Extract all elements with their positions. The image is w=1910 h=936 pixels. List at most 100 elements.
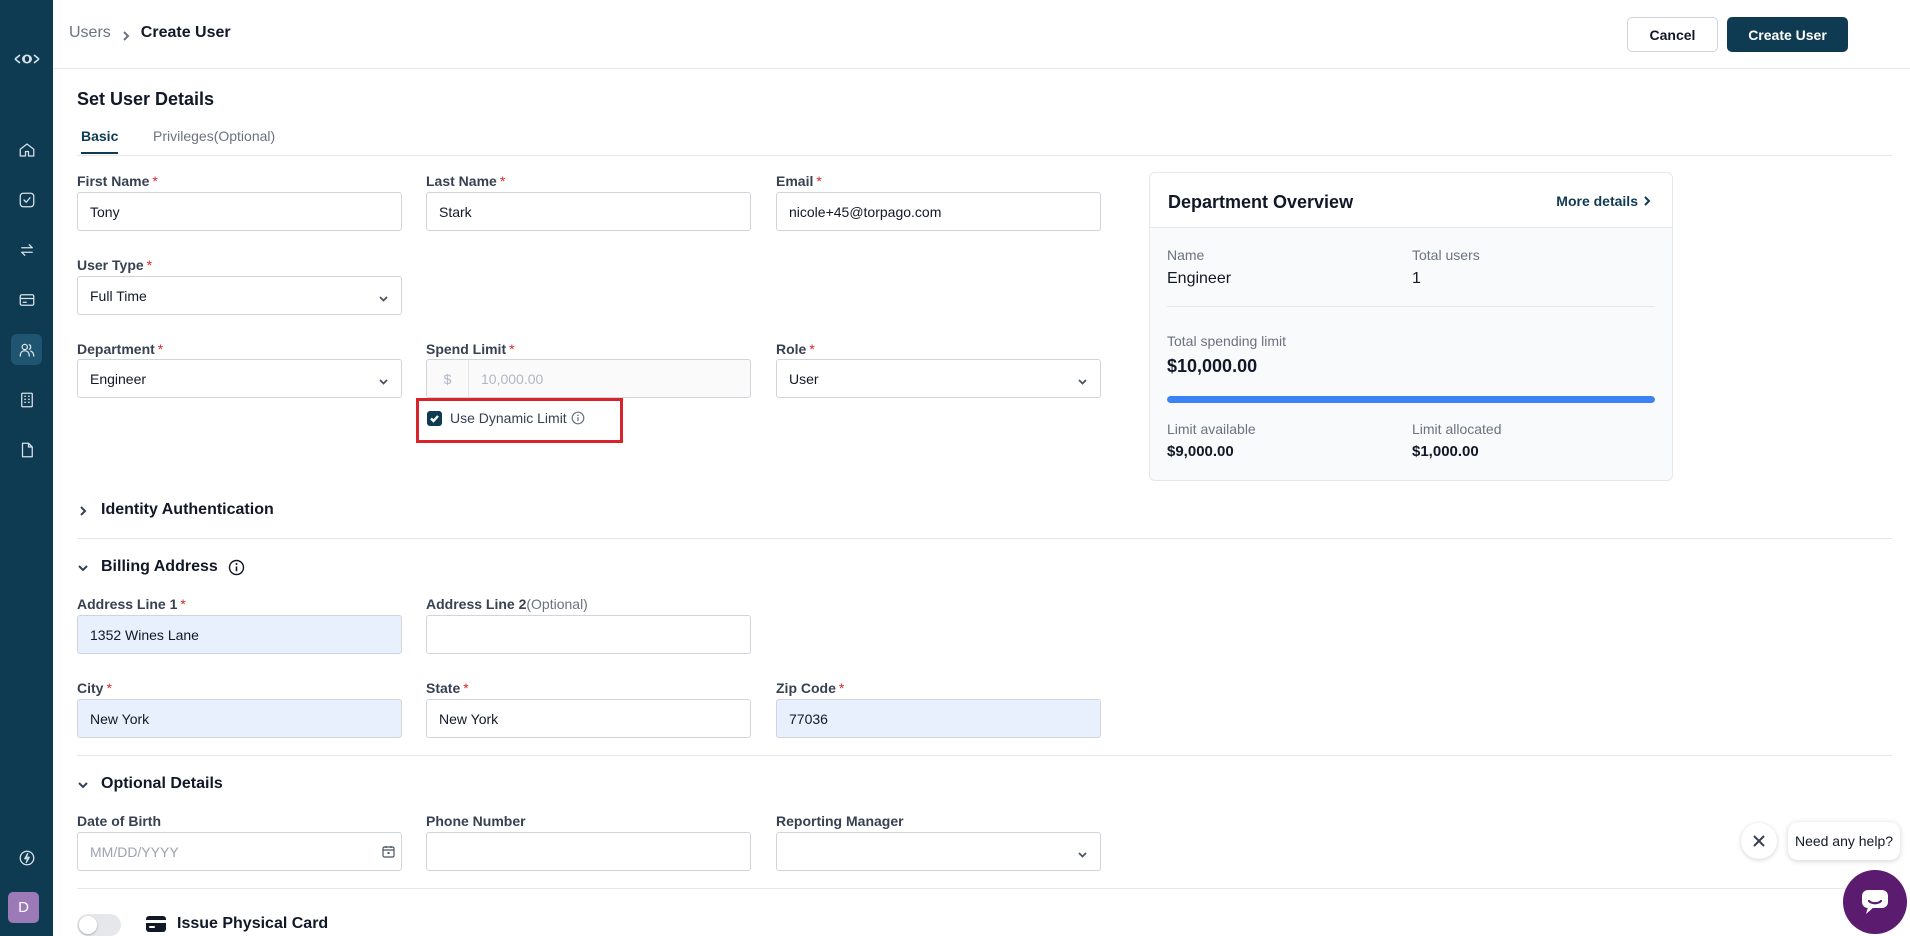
- city-label: City *: [77, 680, 112, 696]
- company-icon[interactable]: [11, 384, 42, 415]
- tab-privileges[interactable]: Privileges(Optional): [153, 128, 275, 152]
- divider: [77, 888, 1892, 889]
- tab-basic[interactable]: Basic: [81, 128, 119, 154]
- page-title: Set User Details: [77, 89, 215, 109]
- divider: [77, 538, 1892, 539]
- manager-select[interactable]: [776, 832, 1101, 871]
- documents-icon[interactable]: [11, 434, 42, 465]
- cancel-button[interactable]: Cancel: [1627, 17, 1718, 52]
- spending-progress-fill: [1167, 396, 1655, 403]
- email-label: Email *: [776, 173, 822, 189]
- spend-limit-label: Spend Limit *: [426, 341, 515, 357]
- tab-bar: Basic Privileges(Optional): [77, 126, 1892, 156]
- department-overview-title: Department Overview: [1168, 192, 1354, 212]
- users-icon[interactable]: [11, 334, 42, 365]
- zip-label: Zip Code *: [776, 680, 845, 696]
- limit-allocated-label: Limit allocated: [1412, 421, 1502, 437]
- physical-card-toggle[interactable]: [77, 914, 121, 936]
- divider: [1167, 306, 1655, 307]
- dob-input[interactable]: MM/DD/YYYY: [77, 832, 402, 871]
- limit-available-label: Limit available: [1167, 421, 1256, 437]
- dob-label: Date of Birth: [77, 813, 161, 829]
- spend-limit-placeholder: 10,000.00: [481, 370, 544, 387]
- app-logo-icon[interactable]: [11, 49, 42, 69]
- chevron-down-icon: [1077, 374, 1088, 385]
- last-name-label: Last Name *: [426, 173, 506, 189]
- role-select[interactable]: User: [776, 359, 1101, 398]
- user-type-label: User Type *: [77, 257, 153, 273]
- chevron-down-icon: [77, 778, 89, 790]
- dept-name-label: Name: [1167, 247, 1205, 263]
- department-value: Engineer: [90, 370, 147, 387]
- help-bubble[interactable]: Need any help?: [1788, 822, 1900, 860]
- sidebar: D: [0, 0, 53, 936]
- identity-authentication-header[interactable]: Identity Authentication: [77, 501, 274, 519]
- role-label: Role *: [776, 341, 815, 357]
- role-value: User: [789, 370, 819, 387]
- approvals-icon[interactable]: [11, 184, 42, 215]
- spending-progress-bar: [1167, 396, 1655, 403]
- first-name-label: First Name *: [77, 173, 158, 189]
- address1-input[interactable]: 1352 Wines Lane: [77, 615, 402, 654]
- breadcrumb-current: Create User: [140, 24, 231, 41]
- dob-placeholder: MM/DD/YYYY: [90, 843, 179, 860]
- limit-available-value: $9,000.00: [1167, 443, 1234, 460]
- calendar-icon[interactable]: [382, 845, 395, 858]
- phone-input[interactable]: [426, 832, 751, 871]
- create-user-button[interactable]: Create User: [1727, 17, 1848, 52]
- close-icon[interactable]: [1741, 823, 1777, 859]
- info-icon[interactable]: [228, 559, 245, 576]
- first-name-input[interactable]: Tony: [77, 192, 402, 231]
- chevron-down-icon: [1077, 847, 1088, 858]
- limit-allocated-value: $1,000.00: [1412, 443, 1479, 460]
- divider: [77, 755, 1892, 756]
- lightning-icon[interactable]: [11, 842, 42, 873]
- info-icon[interactable]: [571, 411, 585, 425]
- transactions-icon[interactable]: [11, 234, 42, 265]
- manager-label: Reporting Manager: [776, 813, 904, 829]
- optional-details-header[interactable]: Optional Details: [77, 775, 223, 793]
- check-icon: [430, 415, 439, 423]
- breadcrumb-users-link[interactable]: Users: [69, 24, 111, 42]
- address2-input[interactable]: [426, 615, 751, 654]
- department-overview-header: Department Overview More details: [1150, 173, 1672, 228]
- more-details-link[interactable]: More details: [1556, 193, 1652, 209]
- chevron-right-icon: [121, 28, 131, 41]
- chevron-right-icon: [77, 504, 89, 516]
- dept-users-label: Total users: [1412, 247, 1480, 263]
- physical-card-label: Issue Physical Card: [177, 915, 329, 932]
- dynamic-limit-label[interactable]: Use Dynamic Limit: [450, 410, 567, 426]
- currency-prefix: $: [427, 360, 469, 397]
- city-input[interactable]: New York: [77, 699, 402, 738]
- chat-icon: [1862, 890, 1888, 914]
- chevron-down-icon: [77, 561, 89, 573]
- home-icon[interactable]: [11, 134, 42, 165]
- credit-card-icon: [146, 916, 166, 932]
- phone-label: Phone Number: [426, 813, 526, 829]
- state-input[interactable]: New York: [426, 699, 751, 738]
- user-type-value: Full Time: [90, 287, 147, 304]
- last-name-input[interactable]: Stark: [426, 192, 751, 231]
- state-label: State *: [426, 680, 469, 696]
- avatar[interactable]: D: [8, 892, 39, 923]
- dept-name-value: Engineer: [1167, 270, 1232, 287]
- department-overview-card: Department Overview More details Name En…: [1149, 172, 1673, 481]
- user-type-select[interactable]: Full Time: [77, 276, 402, 315]
- department-label: Department *: [77, 341, 164, 357]
- chevron-down-icon: [378, 291, 389, 302]
- address1-label: Address Line 1 *: [77, 596, 186, 612]
- chevron-right-icon: [1644, 196, 1651, 206]
- address2-label: Address Line 2(Optional): [426, 596, 588, 612]
- toggle-knob: [79, 916, 97, 934]
- department-select[interactable]: Engineer: [77, 359, 402, 398]
- email-input[interactable]: nicole+45@torpago.com: [776, 192, 1101, 231]
- total-spending-value: $10,000.00: [1167, 356, 1258, 376]
- spend-limit-input[interactable]: $ 10,000.00: [426, 359, 751, 398]
- billing-address-header[interactable]: Billing Address: [77, 558, 245, 576]
- cards-icon[interactable]: [11, 284, 42, 315]
- zip-input[interactable]: 77036: [776, 699, 1101, 738]
- dept-users-value: 1: [1412, 270, 1421, 287]
- dynamic-limit-checkbox[interactable]: [427, 411, 442, 426]
- breadcrumb: Users Create User: [69, 24, 231, 42]
- chat-button[interactable]: [1843, 870, 1907, 934]
